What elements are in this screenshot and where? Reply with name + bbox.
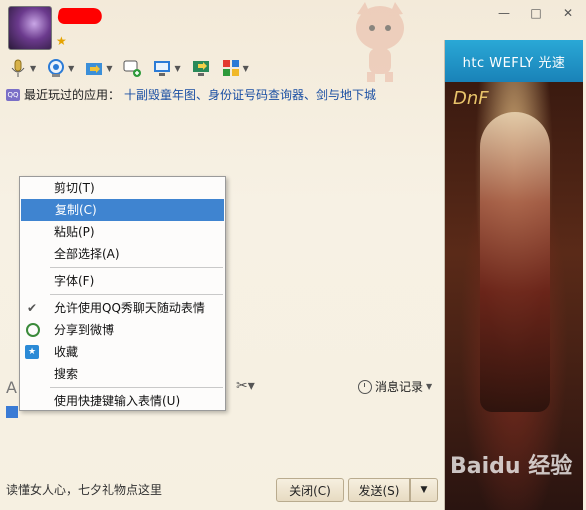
share-screen-tool[interactable] [189,56,213,80]
chevron-down-icon: ▼ [426,382,433,391]
ad-banner-brand[interactable]: htc WEFLY 光速 [445,40,583,82]
screenshot-scissor-icon[interactable]: ✂▾ [236,378,255,394]
font-icon[interactable]: A [6,378,17,397]
star-icon[interactable]: ★ [56,34,67,48]
video-call-tool[interactable]: ▼ [44,56,76,80]
qq-app-icon: QQ [6,88,20,101]
chevron-down-icon[interactable]: ▼ [30,64,36,73]
folder-arrow-icon [86,63,103,75]
chat-log-label: 消息记录 [375,380,424,394]
menu-separator [50,267,223,268]
weibo-share-icon [26,323,40,337]
cartoon-mascot-icon [356,2,404,82]
maximize-button[interactable]: □ [526,4,546,22]
chat-log-button[interactable]: 消息记录 ▼ [358,378,432,395]
menu-item-paste[interactable]: 粘贴(P) [20,221,225,243]
ad-game-logo: DnF [453,88,489,109]
menu-item-label: 分享到微博 [54,323,115,337]
menu-item-font[interactable]: 字体(F) [20,270,225,292]
promo-tip-link[interactable]: 读懂女人心，七夕礼物点这里 [6,481,162,498]
menu-item-allow-qq-show[interactable]: ✔ 允许使用QQ秀聊天随动表情 [20,297,225,319]
header-toolbar: ▼ ▼ ▼ ▼ ▼ [6,55,251,81]
chevron-down-icon[interactable]: ▼ [68,64,74,73]
menu-item-select-all[interactable]: 全部选择(A) [20,243,225,265]
close-button[interactable]: 关闭(C) [276,478,344,502]
redacted-contact-name [56,8,104,24]
window-controls: — □ ✕ [494,4,578,22]
menu-item-favorite[interactable]: ★ 收藏 [20,341,225,363]
checkmark-icon: ✔ [26,301,38,315]
menu-item-label: 收藏 [54,345,79,359]
chat-add-icon [123,60,142,77]
favorite-star-icon: ★ [25,345,39,359]
menu-item-shortcut-emoji[interactable]: 使用快捷键输入表情(U) [20,390,225,412]
menu-item-label: 允许使用QQ秀聊天随动表情 [54,301,205,315]
ad-artwork[interactable]: DnF [445,82,583,510]
avatar[interactable] [8,6,52,50]
remote-desktop-tool[interactable]: ▼ [150,56,182,80]
chevron-down-icon[interactable]: ▼ [243,64,249,73]
ad-panel[interactable]: htc WEFLY 光速 DnF [444,40,583,510]
menu-item-share-weibo[interactable]: 分享到微博 [20,319,225,341]
watermark-text: Baidu 经验 [450,454,573,479]
send-options-button[interactable]: ▼ [410,478,438,502]
webcam-icon [48,59,65,77]
voice-call-tool[interactable]: ▼ [6,56,38,80]
screen-share-icon [192,61,209,76]
menu-item-cut[interactable]: 剪切(T) [20,177,225,199]
close-window-button[interactable]: ✕ [558,4,578,22]
menu-item-search[interactable]: 搜索 [20,363,225,385]
chevron-down-icon[interactable]: ▼ [174,64,180,73]
clock-icon [358,379,372,394]
chevron-down-icon[interactable]: ▼ [106,64,112,73]
create-discussion-tool[interactable] [120,56,144,80]
recent-apps-label: 最近玩过的应用： [24,88,121,102]
menu-separator [50,294,223,295]
send-file-tool[interactable]: ▼ [82,56,114,80]
app-grid-icon [222,60,239,76]
send-button[interactable]: 发送(S) [348,478,410,502]
minimize-button[interactable]: — [494,4,514,22]
menu-item-copy[interactable]: 复制(C) [21,199,224,221]
context-menu: 剪切(T) 复制(C) 粘贴(P) 全部选择(A) 字体(F) ✔ 允许使用QQ… [19,176,226,411]
ad-character-figure [480,112,550,412]
recent-apps-bar: QQ 最近玩过的应用： 十副毁童年图、身份证号码查询器、剑与地下城 [6,86,376,103]
message-input-area[interactable] [6,406,18,418]
apps-tool[interactable]: ▼ [219,56,251,80]
microphone-icon [11,59,25,77]
monitor-icon [154,61,171,76]
chat-window: — □ ✕ ★ ▼ ▼ ▼ ▼ ▼ QQ 最近玩过的应用： 十副毁童年图、身份证… [0,0,586,510]
recent-apps-links[interactable]: 十副毁童年图、身份证号码查询器、剑与地下城 [124,86,376,103]
menu-separator [50,387,223,388]
